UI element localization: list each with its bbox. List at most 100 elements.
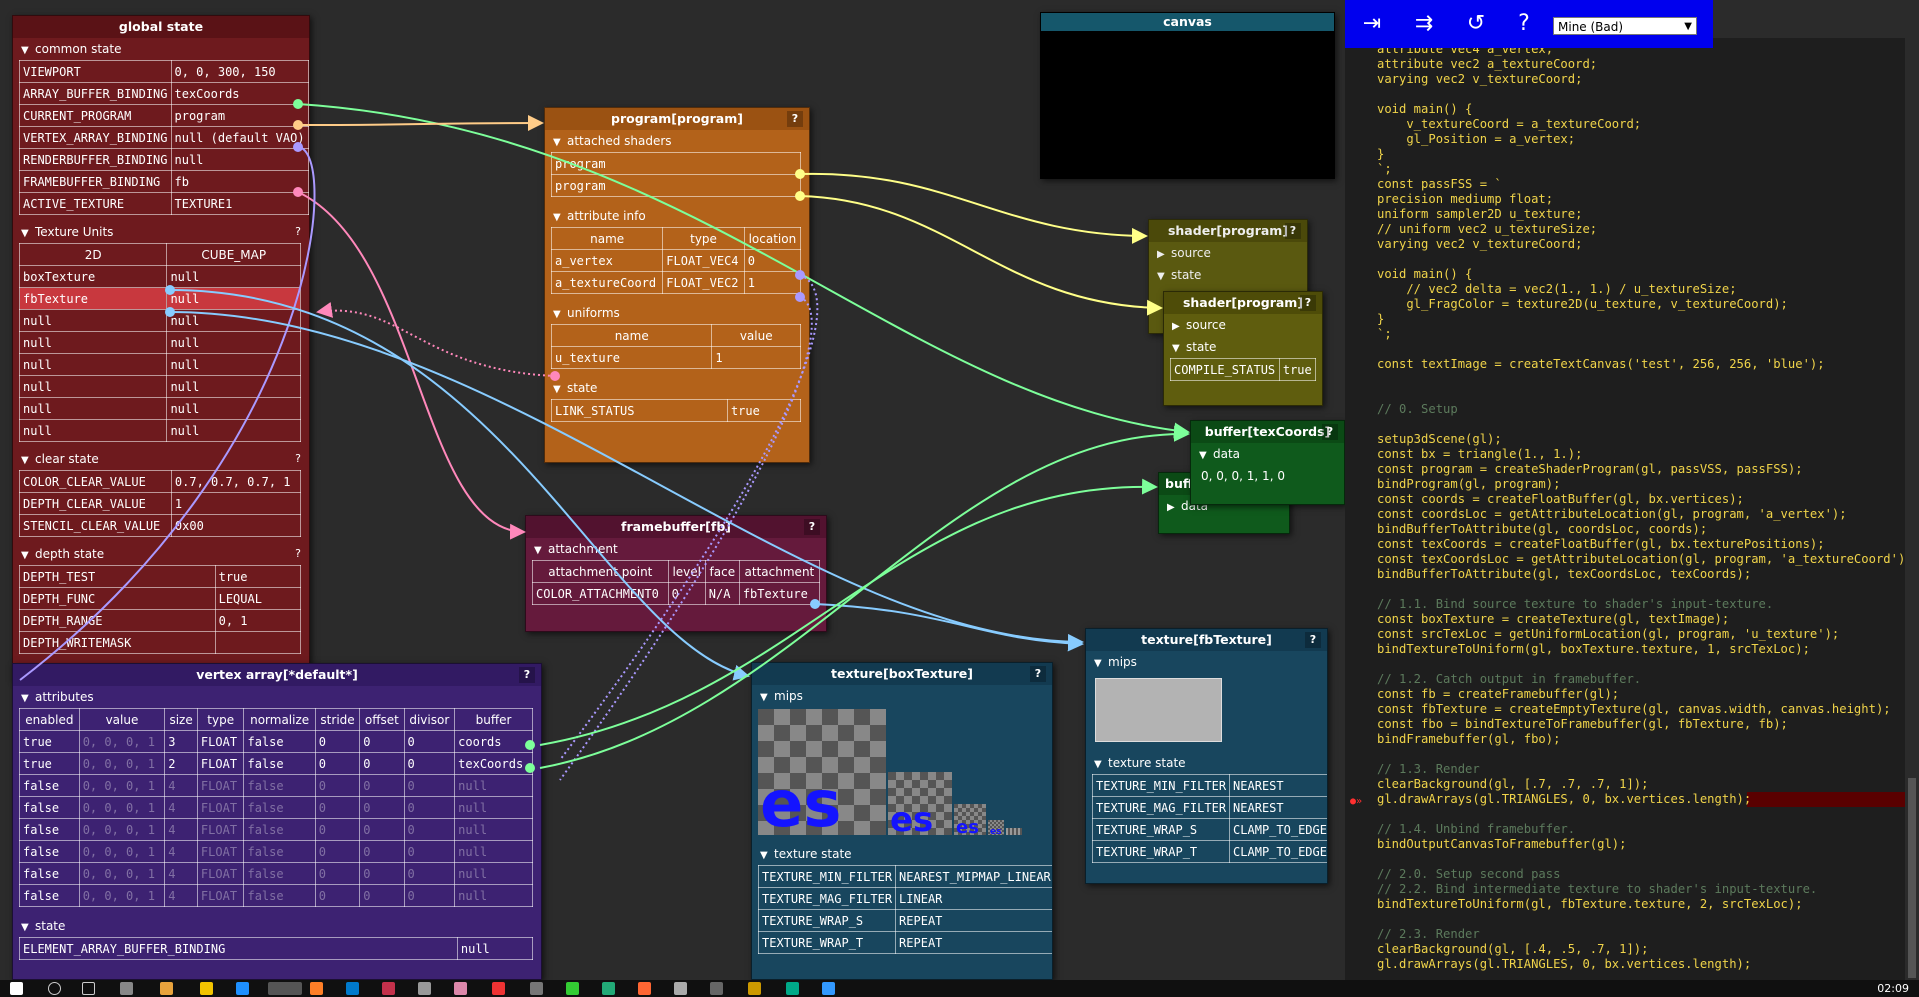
table-row: boxTexture null [18, 265, 301, 288]
fb-texture-state-header[interactable]: ▼ texture state [1086, 752, 1327, 774]
table-row: false 0, 0, 0, 1 4 FLOAT false 0 0 0 null [19, 774, 533, 797]
app-icon[interactable] [418, 982, 431, 995]
table-row: CURRENT_PROGRAM program [19, 104, 309, 127]
firefox-icon[interactable] [310, 982, 323, 995]
vscode-icon[interactable] [346, 982, 359, 995]
program-state-header[interactable]: ▼ state [545, 377, 809, 399]
code-line: const srcTexLoc = getUniformLocation(gl,… [1377, 627, 1840, 641]
code-line: bindBufferToAttribute(gl, coordsLoc, coo… [1377, 522, 1708, 536]
table-cell: TEXTURE_WRAP_T [757, 931, 897, 954]
app-icon[interactable] [566, 982, 579, 995]
edge-icon[interactable] [236, 982, 249, 995]
shader1-state-header[interactable]: ▼ state [1149, 264, 1307, 286]
code-scrollbar[interactable] [1905, 38, 1919, 980]
table-cell: 0 [403, 752, 456, 775]
fb-mips-header[interactable]: ▼ mips [1086, 651, 1327, 673]
app-icon[interactable] [638, 982, 651, 995]
app-icon[interactable] [492, 982, 505, 995]
code-line: const textImage = createTextCanvas('test… [1377, 357, 1825, 371]
depth-state-header[interactable]: ▼ depth state? [13, 543, 309, 565]
app-icon[interactable] [710, 982, 723, 995]
link-shader-1 [799, 172, 1148, 244]
table-cell: 2 [164, 752, 198, 775]
app-icon[interactable] [674, 982, 687, 995]
buffer1-data-header[interactable]: ▼ data [1191, 443, 1344, 465]
step-over-button[interactable]: ⇉ [1401, 6, 1447, 42]
table-cell: COMPILE_STATUS [1170, 358, 1280, 381]
texture-box-title: texture[boxTexture]? [752, 663, 1052, 685]
canvas-window[interactable]: canvas [1040, 12, 1335, 179]
code-line: precision mediump float; [1377, 192, 1554, 206]
app-icon[interactable] [454, 982, 467, 995]
attachment-header[interactable]: ▼ attachment [526, 538, 826, 560]
task-view-icon[interactable] [82, 982, 95, 995]
vertex-array-window[interactable]: vertex array[*default*]? ▼ attributes ena… [12, 663, 542, 980]
texture-fb-window[interactable]: texture[fbTexture]? ▼ mips ▼ texture state… [1085, 628, 1328, 884]
table-cell: coords [454, 730, 533, 753]
table-cell: u_texture [550, 346, 713, 369]
table-cell: fb [170, 170, 309, 193]
table-cell: 0, 0, 0, 1 [78, 796, 166, 819]
va-state-header[interactable]: ▼ state [13, 915, 541, 937]
search-icon[interactable] [48, 982, 61, 995]
shader2-state-header[interactable]: ▼ state [1164, 336, 1322, 358]
table-cell: true [726, 399, 802, 422]
table-cell: 0, 0, 0, 1 [78, 862, 166, 885]
fb-mip-image [1095, 678, 1222, 742]
code-line: bindTextureToUniform(gl, boxTexture.text… [1377, 642, 1810, 656]
code-line: bindBufferToAttribute(gl, texCoordsLoc, … [1377, 567, 1752, 581]
app-icon[interactable] [530, 982, 543, 995]
table-row: DEPTH_CLEAR_VALUE 1 [19, 492, 302, 515]
attribute-info-header[interactable]: ▼ attribute info [545, 205, 809, 227]
example-select[interactable]: Mine (Bad) ▼ [1553, 17, 1697, 35]
box-texture-state-table: TEXTURE_MIN_FILTER NEAREST_MIPMAP_LINEAR T… [757, 865, 1052, 954]
attached-shaders-header[interactable]: ▼ attached shaders [545, 130, 809, 152]
box-texture-state-header[interactable]: ▼ texture state [752, 843, 1052, 865]
app-icon[interactable] [822, 982, 835, 995]
buffer-texcoords-window[interactable]: buffer[texCoords]? ▼ data 0, 0, 0, 1, 1, … [1190, 420, 1345, 505]
table-header-row: name type location [550, 227, 802, 250]
global-state-window[interactable]: global state ▼ common state VIEWPORT 0, 0,… [12, 15, 310, 680]
attributes-header[interactable]: ▼ attributes [13, 686, 541, 708]
code-line: setup3dScene(gl); [1377, 432, 1502, 446]
app-icon[interactable] [160, 982, 173, 995]
folder-icon[interactable] [200, 982, 213, 995]
code-editor[interactable]: attribute vec4 a_vertex; attribute vec2 a… [1345, 38, 1905, 980]
shader2-source-header[interactable]: ▶ source [1164, 314, 1322, 336]
texture-box-window[interactable]: texture[boxTexture]? ▼ mips es es es es ▼… [751, 662, 1053, 980]
chrome-icon[interactable] [268, 982, 302, 995]
app-icon[interactable] [602, 982, 615, 995]
table-cell: TEXTURE_MIN_FILTER [1091, 774, 1231, 797]
framebuffer-window[interactable]: framebuffer[fb]? ▼ attachment attachment … [525, 515, 827, 632]
uniforms-header[interactable]: ▼ uniforms [545, 302, 809, 324]
common-state-header[interactable]: ▼ common state [13, 38, 309, 60]
table-cell: REPEAT [895, 931, 1052, 954]
table-cell: TEXTURE_MAG_FILTER [757, 887, 897, 910]
table-row: DEPTH_TEST true [19, 565, 302, 588]
box-mips-header[interactable]: ▼ mips [752, 685, 1052, 707]
table-row: COLOR_ATTACHMENT0 0 N/A fbTexture [532, 582, 821, 605]
table-cell: texCoords [170, 82, 309, 105]
table-cell: false [19, 774, 80, 797]
table-row: null null [18, 309, 301, 332]
app-icon[interactable] [120, 982, 133, 995]
shader1-source-header[interactable]: ▶ source [1149, 242, 1307, 264]
app-icon[interactable] [786, 982, 799, 995]
shader-window-2[interactable]: shader[program]? ▶ source ▼ state COMPILE_… [1163, 291, 1323, 406]
texture-units-header[interactable]: ▼ Texture Units? [13, 221, 309, 243]
clear-state-header[interactable]: ▼ clear state? [13, 448, 309, 470]
step-into-button[interactable]: ⇥ [1349, 6, 1395, 42]
help-button[interactable]: ? [1501, 6, 1547, 42]
table-cell: 0 [359, 840, 405, 863]
table-cell: DEPTH_TEST [19, 565, 216, 588]
code-line: bindFramebuffer(gl, fbo); [1377, 732, 1561, 746]
program-window[interactable]: program[program]? ▼ attached shaders prog… [544, 107, 810, 463]
column-header: enabled [19, 708, 80, 731]
restart-button[interactable]: ↺ [1453, 6, 1499, 42]
table-cell: DEPTH_CLEAR_VALUE [19, 492, 172, 515]
app-icon[interactable] [748, 982, 761, 995]
shader1-title: shader[program]? [1149, 220, 1307, 242]
windows-start-icon[interactable] [10, 982, 23, 995]
app-icon[interactable] [382, 982, 395, 995]
